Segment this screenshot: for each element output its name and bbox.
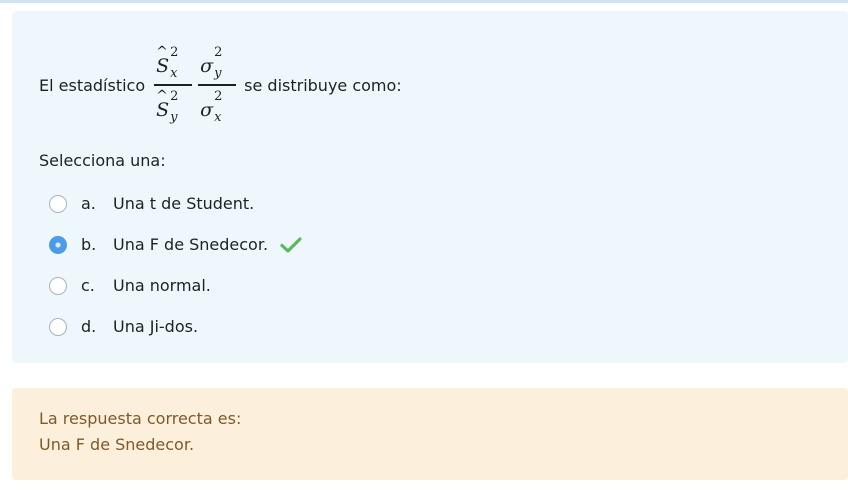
answer-label: Una F de Snedecor. [113,235,269,254]
radio-button[interactable] [49,276,67,295]
top-divider [0,0,848,3]
question-text-after: se distribuye como: [244,75,402,95]
feedback-label: La respuesta correcta es: [39,409,242,428]
answer-option-c[interactable]: c. Una normal. [49,265,302,306]
answer-letter: a. [81,194,96,213]
answer-option-b[interactable]: b. Una F de Snedecor. [49,224,302,265]
answer-label: Una t de Student. [113,194,255,213]
population-variance-y: σ 2 y [200,45,223,82]
answer-option-d[interactable]: d. Una Ji-dos. [49,306,302,347]
answer-label: Una Ji-dos. [113,317,199,336]
answer-option-a[interactable]: a. Una t de Student. [49,183,302,224]
answer-letter: d. [81,317,97,336]
check-icon [280,236,302,253]
feedback-answer: Una F de Snedecor. [39,435,195,454]
sample-variance-y: ^ S 2 y [156,87,179,125]
radio-button[interactable] [49,317,67,336]
question-text: El estadístico ^ S 2 x ^ S 2 y σ 2 y σ 2… [39,35,402,135]
sample-variance-ratio: ^ S 2 x ^ S 2 y [154,42,193,128]
population-variance-x: σ 2 x [200,88,223,125]
radio-button[interactable] [49,194,67,213]
correct-answer-feedback: La respuesta correcta es: Una F de Snede… [12,388,848,480]
sample-variance-x: ^ S 2 x [156,44,179,82]
answer-letter: c. [81,276,95,295]
radio-button-selected[interactable] [49,235,67,254]
question-card: El estadístico ^ S 2 x ^ S 2 y σ 2 y σ 2… [12,11,848,363]
question-text-before: El estadístico [39,75,146,95]
select-prompt: Selecciona una: [39,151,166,170]
statistic-formula: ^ S 2 x ^ S 2 y σ 2 y σ 2 x [154,42,237,128]
answer-label: Una normal. [113,276,211,295]
answer-letter: b. [81,235,97,254]
population-variance-ratio: σ 2 y σ 2 x [198,42,237,128]
answer-list: a. Una t de Student. b. Una F de Snedeco… [49,183,302,347]
